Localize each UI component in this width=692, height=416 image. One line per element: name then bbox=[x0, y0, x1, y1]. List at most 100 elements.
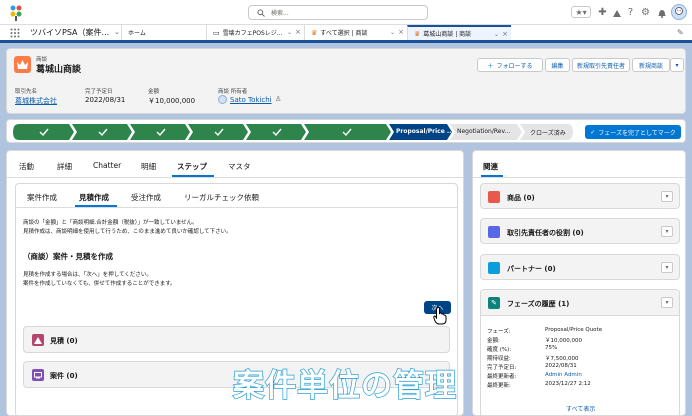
subtab-create-project[interactable]: 案件作成 bbox=[27, 192, 57, 203]
amount-value: ￥10,000,000 bbox=[148, 97, 196, 105]
warning-text-2: 見積作成は、商談明細を使用して行うため、このまま進めて良いか確認して下さい。 bbox=[23, 229, 232, 235]
project-icon bbox=[32, 369, 44, 381]
chevron-down-icon[interactable]: ⌄ bbox=[494, 31, 499, 38]
closed-stage-label[interactable]: クローズ済み bbox=[530, 128, 566, 137]
edit-label: 編集 bbox=[551, 62, 564, 70]
owner-link[interactable]: Sato Tokichi bbox=[230, 96, 272, 104]
help-icon[interactable]: ? bbox=[624, 6, 637, 19]
new-opportunity-label: 新規商談 bbox=[638, 62, 663, 70]
tab-label: ホーム bbox=[128, 30, 146, 37]
close-date-value: 2022/08/31 bbox=[85, 96, 126, 104]
edit-button[interactable]: 編集 bbox=[545, 58, 570, 72]
quote-card-title[interactable]: 見積 (0) bbox=[50, 336, 78, 346]
quote-related-card[interactable]: 見積 (0) bbox=[23, 326, 450, 353]
notifications-bell-icon[interactable] bbox=[655, 6, 668, 19]
new-contact-role-button[interactable]: 新規取引先責任者 bbox=[572, 58, 630, 72]
favorites-star-icon[interactable]: ★▾ bbox=[571, 6, 591, 18]
tab-label: 葛城山商談 | 商談 bbox=[423, 31, 472, 38]
history-field-value: 2023/12/27 2:12 bbox=[545, 381, 591, 387]
history-field-label: フェーズ: bbox=[487, 329, 511, 335]
close-tab-icon[interactable]: × bbox=[295, 28, 301, 36]
contact-roles-card-title[interactable]: 取引先責任者の役割 (0) bbox=[507, 228, 584, 238]
subtab-create-order[interactable]: 受注作成 bbox=[131, 192, 161, 203]
close-tab-icon[interactable]: × bbox=[502, 30, 508, 38]
contact-roles-menu-chevron-icon[interactable]: ▾ bbox=[661, 226, 673, 237]
monitor-icon: ▭ bbox=[213, 28, 220, 37]
field-label: 取引先名 bbox=[15, 89, 38, 95]
crown-icon: ♛ bbox=[311, 28, 318, 37]
history-field-value: ￥7,500,000 bbox=[545, 356, 579, 362]
overlay-caption: 案件単位の管理 bbox=[229, 362, 461, 404]
mark-stage-complete-button[interactable]: ✓ フェーズを完了としてマーク bbox=[585, 125, 681, 139]
close-tab-icon[interactable]: × bbox=[398, 28, 404, 36]
history-field-value[interactable]: Admin Admin bbox=[545, 372, 582, 378]
stage-complete-6 bbox=[304, 124, 391, 140]
chevron-down-icon[interactable]: ⌄ bbox=[390, 29, 395, 36]
app-launcher-icon[interactable] bbox=[10, 28, 20, 38]
edit-nav-pencil-icon[interactable]: ✎ bbox=[677, 28, 684, 37]
stage-complete-4 bbox=[188, 124, 248, 140]
navigation-bar: ツバイソPSA（案件... ⌄ ホーム ▭ 雪壊カフェPOSレジ... ⌄ × … bbox=[0, 25, 692, 43]
stage-complete-2 bbox=[72, 124, 132, 140]
subtab-create-quote[interactable]: 見積作成 bbox=[79, 192, 109, 203]
tab-opportunity-list[interactable]: ♛ すべて選択 | 商談 ⌄ × bbox=[304, 25, 407, 40]
tab-katsuragi-opportunity[interactable]: ♛ 葛城山商談 | 商談 ⌄ × bbox=[407, 25, 511, 40]
global-search[interactable]: 検索... bbox=[248, 5, 428, 20]
tab-activity[interactable]: 活動 bbox=[19, 161, 34, 172]
app-menu-chevron-icon[interactable]: ⌄ bbox=[114, 28, 120, 36]
more-actions-chevron-icon[interactable]: ▾ bbox=[670, 58, 684, 72]
user-avatar[interactable] bbox=[671, 4, 687, 20]
follow-button[interactable]: ＋フォローする bbox=[477, 58, 543, 72]
follow-label: フォローする bbox=[496, 62, 533, 70]
history-field-label: 最終更新: bbox=[487, 383, 511, 389]
partners-menu-chevron-icon[interactable]: ▾ bbox=[661, 262, 673, 273]
opportunity-crown-icon bbox=[14, 56, 31, 73]
related-header[interactable]: 関連 bbox=[483, 161, 498, 172]
plus-icon: ＋ bbox=[487, 62, 494, 70]
account-name-link[interactable]: 葛城株式会社 bbox=[15, 96, 57, 106]
products-menu-chevron-icon[interactable]: ▾ bbox=[661, 191, 673, 202]
view-all-link[interactable]: すべて表示 bbox=[566, 404, 595, 413]
tab-pos-register[interactable]: ▭ 雪壊カフェPOSレジ... ⌄ × bbox=[206, 25, 304, 40]
history-field-label: 最終更新者: bbox=[487, 374, 517, 380]
quote-icon bbox=[32, 334, 44, 346]
tab-line-items[interactable]: 明細 bbox=[141, 161, 156, 172]
stage-history-menu-chevron-icon[interactable]: ▾ bbox=[661, 297, 673, 308]
chevron-down-icon[interactable]: ⌄ bbox=[287, 29, 292, 36]
complete-label: フェーズを完了としてマーク bbox=[598, 129, 676, 137]
change-owner-icon[interactable]: ♙ bbox=[275, 95, 281, 103]
add-icon[interactable]: ✚ bbox=[596, 6, 609, 19]
history-field-label: 金額: bbox=[487, 338, 500, 344]
trailhead-icon[interactable] bbox=[610, 6, 623, 19]
partners-card-title[interactable]: パートナー (0) bbox=[507, 264, 556, 274]
tab-master[interactable]: マスタ bbox=[228, 161, 251, 172]
app-logo[interactable] bbox=[7, 3, 25, 21]
record-header: 商談 葛城山商談 ＋フォローする 編集 新規取引先責任者 新規商談 ▾ 取引先名… bbox=[6, 48, 686, 114]
instruction-text-2: 案件を作成していなくても、併せて作成することができます。 bbox=[23, 281, 176, 287]
related-panel: 関連 商品 (0) ▾ 取引先責任者の役割 (0) ▾ パートナー (0) ▾ … bbox=[472, 150, 686, 416]
tab-chatter[interactable]: Chatter bbox=[93, 161, 121, 170]
tab-details[interactable]: 詳細 bbox=[57, 161, 72, 172]
subtab-divider bbox=[16, 207, 457, 208]
check-icon: ✓ bbox=[590, 128, 596, 136]
stage-history-card-title[interactable]: フェーズの履歴 (1) bbox=[507, 299, 569, 309]
setup-gear-icon[interactable]: ⚙ bbox=[639, 6, 652, 19]
warning-text-1: 商談の「金額」と「商談明細.合計金額（税抜）」が一致していません。 bbox=[23, 220, 198, 226]
history-field-label: 確度 (%): bbox=[487, 347, 512, 353]
current-stage-label[interactable]: Proposal/Price ... bbox=[396, 128, 454, 135]
tab-home[interactable]: ホーム bbox=[121, 25, 206, 40]
record-title: 葛城山商談 bbox=[36, 65, 82, 75]
owner-avatar bbox=[218, 95, 227, 104]
new-opportunity-button[interactable]: 新規商談 bbox=[632, 58, 670, 72]
tab-label: すべて選択 | 商談 bbox=[320, 30, 368, 37]
project-card-title[interactable]: 案件 (0) bbox=[50, 371, 78, 381]
tab-steps[interactable]: ステップ bbox=[177, 161, 207, 172]
subtab-legal-check[interactable]: リーガルチェック依頼 bbox=[184, 192, 259, 203]
next-stage-label[interactable]: Negotiation/Rev... bbox=[457, 128, 510, 135]
completed-stages bbox=[13, 124, 391, 140]
products-card-title[interactable]: 商品 (0) bbox=[507, 193, 535, 203]
field-label: 金額 bbox=[148, 89, 160, 95]
partners-icon bbox=[488, 262, 500, 274]
related-divider bbox=[473, 177, 685, 178]
partners-card: パートナー (0) ▾ bbox=[480, 254, 680, 280]
